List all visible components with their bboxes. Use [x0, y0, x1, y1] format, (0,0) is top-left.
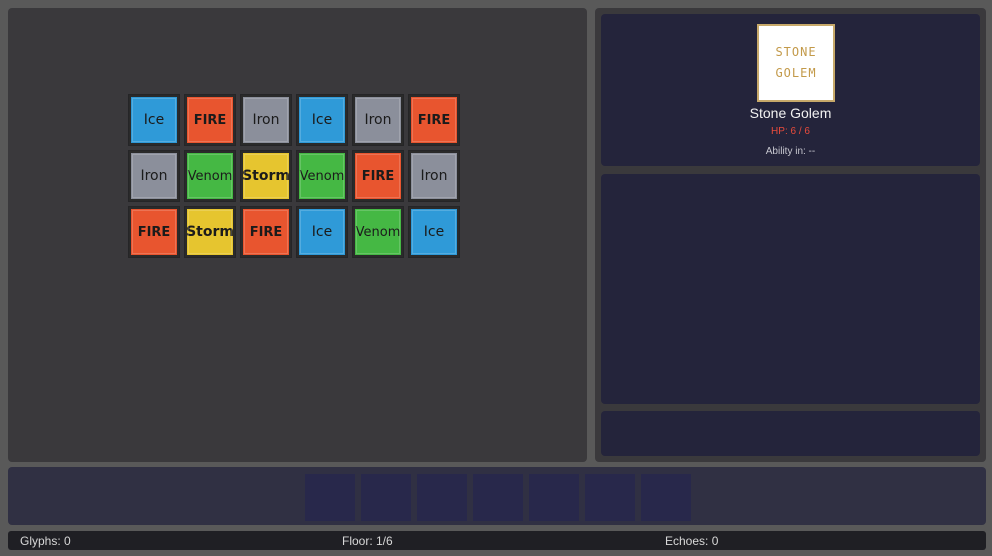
rune-tile-venom[interactable]: Venom — [296, 150, 348, 202]
rune-tile-iron[interactable]: Iron — [128, 150, 180, 202]
board-panel: Ice FIRE Iron Ice Iron FIRE Iron Venom S… — [8, 8, 587, 462]
rune-tile-fire[interactable]: FIRE — [128, 206, 180, 258]
rune-tile-ice[interactable]: Ice — [296, 206, 348, 258]
echoes-counter: Echoes: 0 — [665, 534, 719, 548]
spell-slot[interactable] — [305, 474, 355, 521]
spell-slot[interactable] — [585, 474, 635, 521]
rune-tile-fire[interactable]: FIRE — [352, 150, 404, 202]
rune-tile-iron[interactable]: Iron — [408, 150, 460, 202]
status-bar: Glyphs: 0 Floor: 1/6 Echoes: 0 — [8, 531, 986, 550]
spell-slots — [305, 474, 691, 521]
enemy-portrait-text: STONE — [775, 45, 817, 59]
rune-tile-venom[interactable]: Venom — [184, 150, 236, 202]
rune-tile-storm[interactable]: Storm — [184, 206, 236, 258]
spell-slot-bar — [8, 467, 986, 525]
rune-tile-ice[interactable]: Ice — [128, 94, 180, 146]
enemy-portrait: STONE GOLEM — [757, 24, 835, 102]
spell-slot[interactable] — [417, 474, 467, 521]
enemy-portrait-text: GOLEM — [775, 66, 817, 80]
side-panel: STONE GOLEM Stone Golem HP: 6 / 6 Abilit… — [595, 8, 986, 462]
spell-slot[interactable] — [361, 474, 411, 521]
rune-tile-iron[interactable]: Iron — [240, 94, 292, 146]
spell-slot[interactable] — [529, 474, 579, 521]
rune-tile-fire[interactable]: FIRE — [184, 94, 236, 146]
rune-tile-fire[interactable]: FIRE — [240, 206, 292, 258]
rune-tile-iron[interactable]: Iron — [352, 94, 404, 146]
spell-slot[interactable] — [641, 474, 691, 521]
rune-tile-storm[interactable]: Storm — [240, 150, 292, 202]
enemy-hp: HP: 6 / 6 — [771, 126, 810, 137]
floor-indicator: Floor: 1/6 — [342, 534, 393, 548]
rune-tile-venom[interactable]: Venom — [352, 206, 404, 258]
combat-log — [601, 174, 980, 404]
action-area — [601, 411, 980, 456]
enemy-name: Stone Golem — [749, 105, 832, 121]
rune-grid: Ice FIRE Iron Ice Iron FIRE Iron Venom S… — [128, 94, 460, 258]
rune-tile-fire[interactable]: FIRE — [408, 94, 460, 146]
rune-tile-ice[interactable]: Ice — [408, 206, 460, 258]
glyphs-counter: Glyphs: 0 — [20, 534, 71, 548]
spell-slot[interactable] — [473, 474, 523, 521]
enemy-card: STONE GOLEM Stone Golem HP: 6 / 6 Abilit… — [601, 14, 980, 166]
rune-tile-ice[interactable]: Ice — [296, 94, 348, 146]
game-screen: Ice FIRE Iron Ice Iron FIRE Iron Venom S… — [0, 0, 992, 556]
enemy-ability-timer: Ability in: -- — [765, 146, 816, 157]
